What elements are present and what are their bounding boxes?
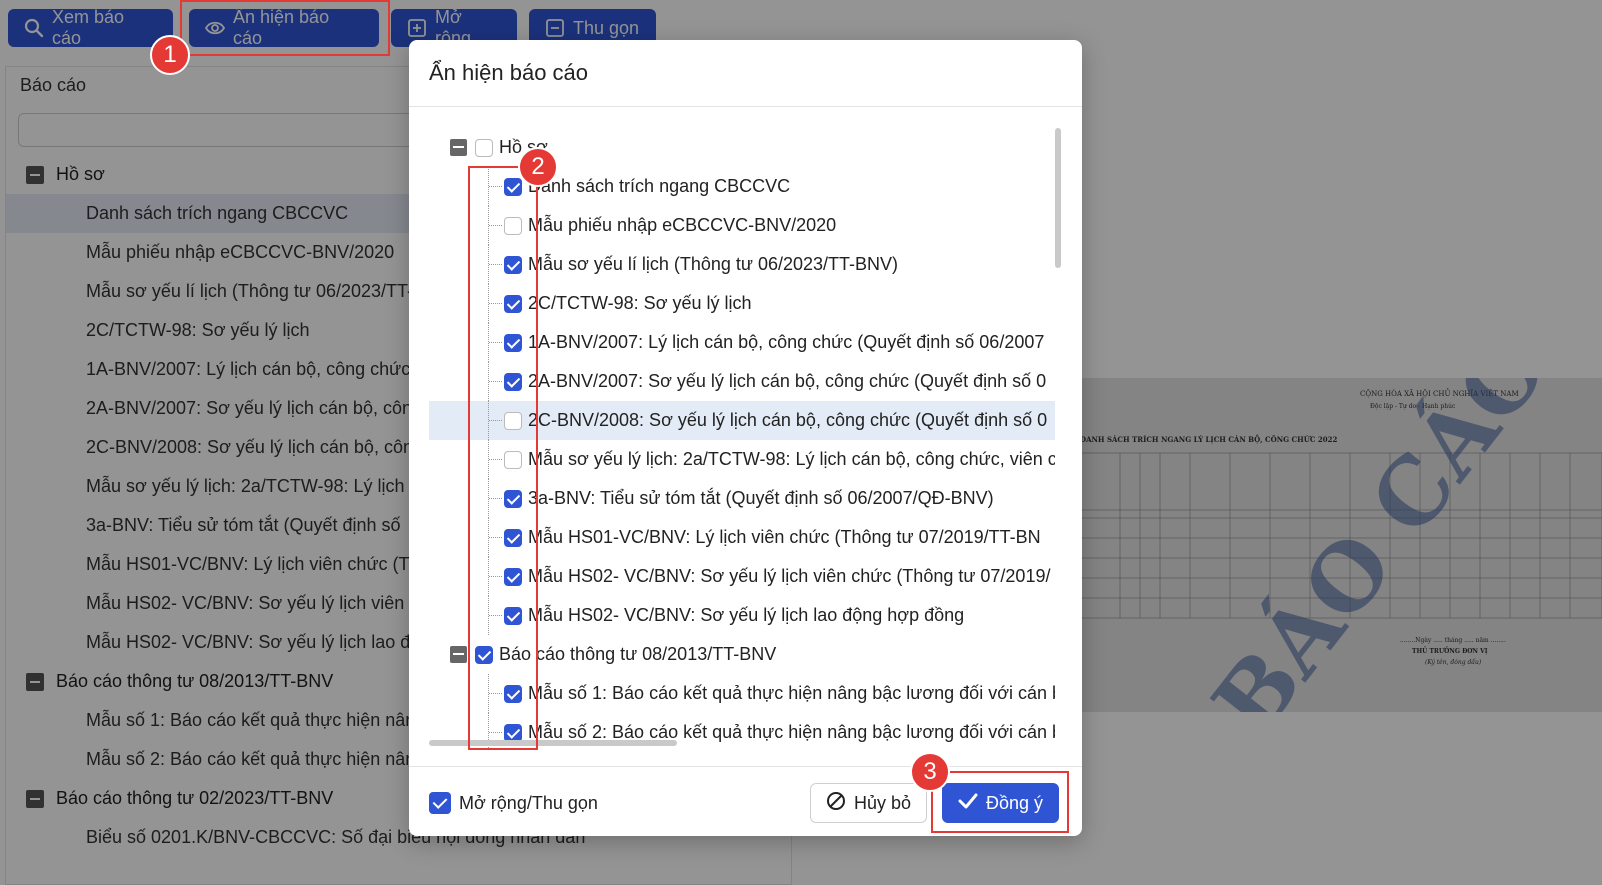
annotation-box-1 xyxy=(180,0,390,56)
expand-collapse-label: Mở rộng/Thu gọn xyxy=(459,792,598,813)
annotation-badge-2: 2 xyxy=(518,147,558,187)
cancel-button[interactable]: Hủy bỏ xyxy=(810,783,927,823)
tree-label: Mẫu HS02- VC/BNV: Sơ yếu lý lịch viên ch… xyxy=(528,566,1051,586)
collapse-toggle-icon[interactable] xyxy=(450,646,467,663)
tree-label: Danh sách trích ngang CBCCVC xyxy=(528,176,791,196)
report-checkbox[interactable] xyxy=(475,138,493,157)
annotation-box-2 xyxy=(468,166,538,750)
tree-label: 1A-BNV/2007: Lý lịch cán bộ, công chức (… xyxy=(528,332,1045,352)
tree-label: Mẫu phiếu nhập eCBCCVC-BNV/2020 xyxy=(528,215,837,235)
tree-horizontal-scrollbar[interactable] xyxy=(429,740,677,746)
tree-label: 2A-BNV/2007: Sơ yếu lý lịch cán bộ, công… xyxy=(528,371,1047,391)
dialog-divider xyxy=(409,106,1082,107)
tree-label: Mẫu HS01-VC/BNV: Lý lịch viên chức (Thôn… xyxy=(528,527,1041,547)
annotation-box-3 xyxy=(931,771,1069,833)
collapse-toggle-icon[interactable] xyxy=(450,139,467,156)
expand-collapse-checkbox[interactable] xyxy=(429,792,451,814)
expand-collapse-toggle[interactable]: Mở rộng/Thu gọn xyxy=(429,792,598,814)
dialog-title: Ẩn hiện báo cáo xyxy=(429,60,589,85)
dialog-footer-divider xyxy=(409,766,1082,767)
tree-label: Mẫu sơ yếu lý lịch: 2a/TCTW-98: Lý lịch … xyxy=(528,449,1055,469)
tree-label: Mẫu sơ yếu lí lịch (Thông tư 06/2023/TT-… xyxy=(528,254,899,274)
tree-label: Báo cáo thông tư 08/2013/TT-BNV xyxy=(499,644,777,664)
ban-icon xyxy=(826,791,846,816)
tree-vertical-scrollbar[interactable] xyxy=(1055,128,1061,268)
tree-label: Mẫu số 1: Báo cáo kết quả thực hiện nâng… xyxy=(528,683,1055,703)
tree-label: 3a-BNV: Tiểu sử tóm tắt (Quyết định số 0… xyxy=(528,488,994,508)
annotation-badge-3: 3 xyxy=(910,752,950,792)
cancel-label: Hủy bỏ xyxy=(853,792,912,813)
tree-label: Mẫu HS02- VC/BNV: Sơ yếu lý lịch lao độn… xyxy=(528,605,965,625)
tree-label: 2C-BNV/2008: Sơ yếu lý lịch cán bộ, công… xyxy=(528,410,1048,430)
tree-label: 2C/TCTW-98: Sơ yếu lý lịch xyxy=(528,293,752,313)
annotation-badge-1: 1 xyxy=(150,35,190,75)
